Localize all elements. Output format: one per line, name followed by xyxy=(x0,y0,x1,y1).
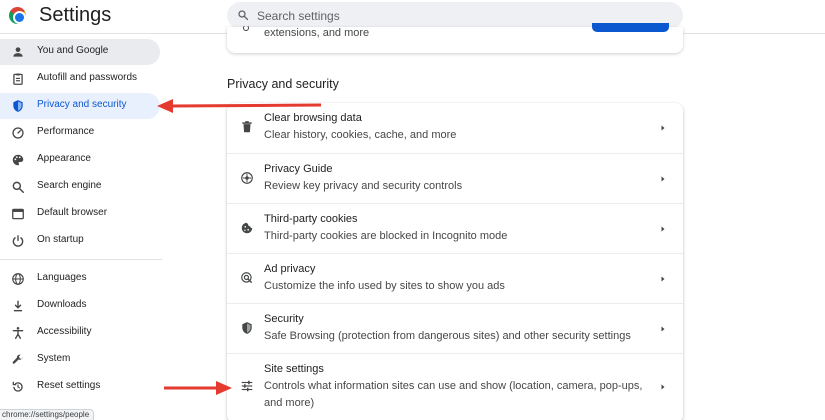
privacy-security-card: Clear browsing data Clear history, cooki… xyxy=(227,103,683,420)
sidebar-item-label: Privacy and security xyxy=(37,99,127,110)
sidebar-item-label: System xyxy=(37,353,71,364)
sidebar-divider xyxy=(0,259,162,260)
row-subtitle: Safe Browsing (protection from dangerous… xyxy=(264,330,631,342)
sidebar: You and Google Autofill and passwords Pr… xyxy=(0,35,170,420)
globe-icon xyxy=(12,273,24,285)
palette-icon xyxy=(12,154,24,166)
row-title: Site settings xyxy=(264,363,324,375)
shield-icon xyxy=(13,100,23,112)
sidebar-item-label: Autofill and passwords xyxy=(37,72,138,83)
annotation-arrow-site-settings xyxy=(164,381,232,395)
settings-page: Settings You and Google Autofill and pas… xyxy=(0,0,825,420)
clipboard-icon xyxy=(13,73,23,85)
reset-icon xyxy=(12,381,23,392)
partial-icon xyxy=(243,25,249,31)
chevron-right-icon xyxy=(661,276,665,282)
wrench-icon xyxy=(12,354,23,364)
row-security[interactable]: Security Safe Browsing (protection from … xyxy=(227,303,683,353)
sidebar-item-default-browser[interactable]: Default browser xyxy=(0,201,160,227)
sidebar-item-label: Languages xyxy=(37,272,87,283)
row-third-party-cookies[interactable]: Third-party cookies Third-party cookies … xyxy=(227,203,683,253)
compass-icon xyxy=(241,172,253,184)
sidebar-item-appearance[interactable]: Appearance xyxy=(0,147,160,173)
row-title: Security xyxy=(264,313,304,325)
section-title: Privacy and security xyxy=(227,77,339,91)
sidebar-item-label: Reset settings xyxy=(37,380,101,391)
row-subtitle: Customize the info used by sites to show… xyxy=(264,280,505,292)
previous-card-text: extensions, and more xyxy=(264,27,370,39)
search-icon xyxy=(12,181,24,193)
ad-privacy-icon xyxy=(241,272,253,284)
sidebar-item-downloads[interactable]: Downloads xyxy=(0,293,160,319)
sidebar-item-label: Default browser xyxy=(37,207,108,218)
row-subtitle: Clear history, cookies, cache, and more xyxy=(264,129,457,141)
sidebar-item-autofill[interactable]: Autofill and passwords xyxy=(0,66,160,92)
sidebar-item-privacy-and-security[interactable]: Privacy and security xyxy=(0,93,160,119)
cookie-icon xyxy=(241,222,253,234)
trash-icon xyxy=(242,121,252,133)
previous-section-card: extensions, and more xyxy=(227,23,683,53)
sidebar-item-system[interactable]: System xyxy=(0,347,160,373)
gauge-icon xyxy=(12,127,24,139)
sidebar-item-on-startup[interactable]: On startup xyxy=(0,228,160,254)
sliders-icon xyxy=(241,380,253,392)
power-icon xyxy=(12,235,24,247)
row-site-settings[interactable]: Site settings Controls what information … xyxy=(227,353,683,417)
annotation-arrow-sidebar xyxy=(157,99,322,113)
download-icon xyxy=(13,300,23,312)
chevron-right-icon xyxy=(661,125,665,131)
person-icon xyxy=(13,47,23,57)
row-title: Privacy Guide xyxy=(264,163,333,175)
sidebar-item-reset-settings[interactable]: Reset settings xyxy=(0,374,160,400)
sidebar-item-label: Appearance xyxy=(37,153,91,164)
sidebar-item-label: Accessibility xyxy=(37,326,92,337)
row-privacy-guide[interactable]: Privacy Guide Review key privacy and sec… xyxy=(227,153,683,203)
row-ad-privacy[interactable]: Ad privacy Customize the info used by si… xyxy=(227,253,683,303)
chevron-right-icon xyxy=(661,384,665,390)
shield-icon xyxy=(242,322,252,334)
sidebar-item-search-engine[interactable]: Search engine xyxy=(0,174,160,200)
row-subtitle: Controls what information sites can use … xyxy=(264,380,643,409)
chevron-right-icon xyxy=(661,176,665,182)
sidebar-item-label: You and Google xyxy=(37,45,109,56)
accessibility-icon xyxy=(12,327,24,339)
chevron-right-icon xyxy=(661,326,665,332)
sidebar-item-you-and-google[interactable]: You and Google xyxy=(0,39,160,65)
row-title: Ad privacy xyxy=(264,263,316,275)
chevron-right-icon xyxy=(661,226,665,232)
status-bar-url: chrome://settings/people xyxy=(0,409,95,420)
sidebar-item-performance[interactable]: Performance xyxy=(0,120,160,146)
app-title: Settings xyxy=(39,4,112,26)
row-subtitle: Third-party cookies are blocked in Incog… xyxy=(264,230,508,242)
sidebar-item-label: Performance xyxy=(37,126,95,137)
search-icon xyxy=(238,10,249,21)
previous-card-button[interactable] xyxy=(592,23,669,32)
row-subtitle: Review key privacy and security controls xyxy=(264,180,463,192)
sidebar-item-label: Search engine xyxy=(37,180,102,191)
sidebar-item-label: Downloads xyxy=(37,299,87,310)
sidebar-item-languages[interactable]: Languages xyxy=(0,266,160,292)
chrome-logo-icon xyxy=(9,7,26,24)
sidebar-item-accessibility[interactable]: Accessibility xyxy=(0,320,160,346)
row-title: Third-party cookies xyxy=(264,213,358,225)
sidebar-item-label: On startup xyxy=(37,234,84,245)
browser-icon xyxy=(12,208,24,220)
